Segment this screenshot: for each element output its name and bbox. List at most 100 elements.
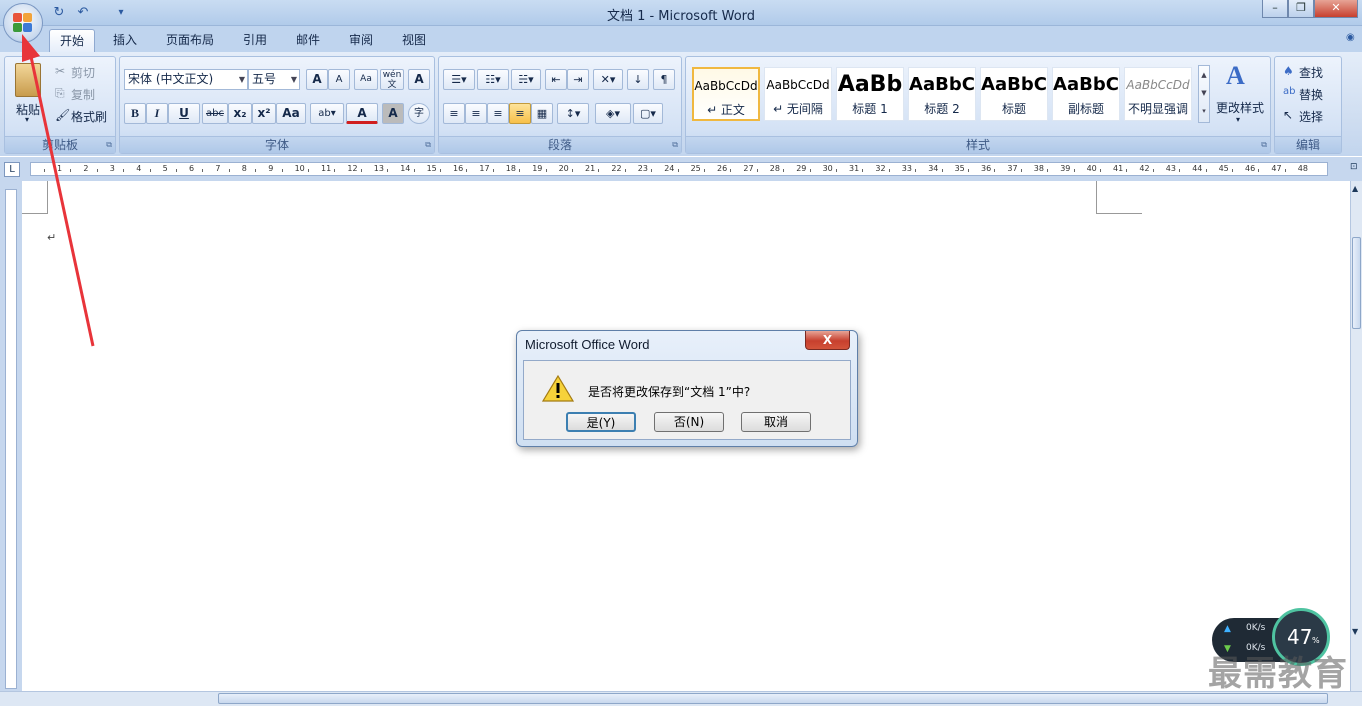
change-case-button[interactable]: Aa	[276, 103, 306, 124]
scroll-up-icon[interactable]: ▲	[1352, 184, 1358, 193]
font-size-combo[interactable]: 五号 ▼	[248, 69, 300, 90]
style-title[interactable]: AaBbC 标题	[980, 67, 1048, 121]
style-no-spacing[interactable]: AaBbCcDd ↵ 无间隔	[764, 67, 832, 121]
ruler-tick-label: 17	[479, 164, 490, 173]
replace-button[interactable]: 替换	[1299, 86, 1323, 103]
chinese-layout-icon[interactable]: ✕▾	[593, 69, 623, 90]
dialog-close-button[interactable]: X	[805, 331, 850, 350]
select-icon[interactable]: ↖	[1283, 108, 1293, 122]
change-styles-icon[interactable]: A	[1226, 61, 1245, 91]
phonetic-guide-button[interactable]: wén 文	[380, 69, 404, 90]
font-name-combo[interactable]: 宋体 (中文正文) ▼	[124, 69, 248, 90]
italic-button[interactable]: I	[146, 103, 168, 124]
tab-view[interactable]: 视图	[393, 29, 435, 52]
ruler-tick-mark	[756, 169, 758, 172]
align-center-icon[interactable]: ≡	[465, 103, 487, 124]
view-ruler-icon[interactable]: ⊡	[1350, 162, 1362, 176]
ruler-tick-label: 35	[954, 164, 965, 173]
replace-icon[interactable]: ab	[1283, 86, 1295, 97]
strikethrough-button[interactable]: abc	[202, 103, 228, 124]
font-group-label: 字体	[120, 136, 434, 153]
shading-icon[interactable]: ◈▾	[595, 103, 631, 124]
enclose-characters-button[interactable]: 字	[408, 103, 430, 124]
character-shading-button[interactable]: A	[382, 103, 404, 124]
styles-launcher-icon[interactable]: ⧉	[1261, 140, 1267, 150]
ruler-tick-mark	[334, 169, 336, 172]
multilevel-list-icon[interactable]: ☵▾	[511, 69, 541, 90]
style-normal[interactable]: AaBbCcDd ↵ 正文	[692, 67, 760, 121]
scroll-thumb[interactable]	[1352, 237, 1361, 329]
distribute-icon[interactable]: ▦	[531, 103, 553, 124]
style-subtitle[interactable]: AaBbC 副标题	[1052, 67, 1120, 121]
ruler-tick-mark	[255, 169, 257, 172]
ruler-tick-mark	[281, 169, 283, 172]
highlight-icon[interactable]: ab▾	[310, 103, 344, 124]
tab-references[interactable]: 引用	[234, 29, 276, 52]
font-color-button[interactable]: A	[346, 103, 378, 124]
vertical-scrollbar[interactable]: ▲ ▼	[1350, 181, 1362, 691]
yes-button[interactable]: 是(Y)	[566, 412, 636, 432]
ruler-tick-mark	[704, 169, 705, 172]
save-changes-dialog: Microsoft Office Word X 是否将更改保存到“文档 1”中?…	[516, 330, 858, 447]
tab-mailings[interactable]: 邮件	[287, 29, 329, 52]
decrease-indent-icon[interactable]: ⇤	[545, 69, 567, 90]
no-button[interactable]: 否(N)	[654, 412, 724, 432]
ruler-tick-mark	[836, 169, 837, 172]
change-styles-button[interactable]: 更改样式	[1216, 99, 1264, 116]
close-button[interactable]: ✕	[1314, 0, 1358, 18]
tab-review[interactable]: 审阅	[340, 29, 382, 52]
style-heading-1[interactable]: AaBb 标题 1	[836, 67, 904, 121]
select-button[interactable]: 选择	[1299, 108, 1323, 125]
subscript-button[interactable]: x₂	[228, 103, 252, 124]
ruler-tick-mark	[862, 169, 864, 172]
superscript-button[interactable]: x²	[252, 103, 276, 124]
character-border-button[interactable]: A	[408, 69, 430, 90]
styles-scroll[interactable]: ▲ ▼ ▾	[1198, 65, 1210, 123]
tab-page-layout[interactable]: 页面布局	[158, 29, 222, 52]
styles-group-label: 样式	[686, 136, 1270, 153]
ruler-tick-mark	[598, 169, 600, 172]
style-heading-2[interactable]: AaBbC 标题 2	[908, 67, 976, 121]
memory-percent-unit: %	[1312, 636, 1320, 645]
line-spacing-icon[interactable]: ↕▾	[557, 103, 589, 124]
ruler-tick-mark	[677, 169, 679, 172]
ruler-tick-label: 29	[796, 164, 807, 173]
font-launcher-icon[interactable]: ⧉	[425, 140, 431, 150]
help-icon[interactable]: ◉	[1346, 32, 1355, 43]
ruler-tick-mark	[413, 169, 415, 172]
increase-indent-icon[interactable]: ⇥	[567, 69, 589, 90]
horizontal-scrollbar[interactable]	[0, 691, 1362, 706]
ruler-track[interactable]: 1 2 3 4 5 6 7 8 9 10 11 12 13 14 15 16 17 18 19 20 21 22 23 24 2…	[30, 162, 1328, 176]
ruler-tick-mark	[1073, 169, 1075, 172]
grow-font-button[interactable]: A	[306, 69, 328, 90]
ruler-tick-label: 4	[136, 164, 142, 173]
hscroll-thumb[interactable]	[218, 693, 1328, 704]
cancel-button[interactable]: 取消	[741, 412, 811, 432]
style-subtle-emphasis[interactable]: AaBbCcDd 不明显强调	[1124, 67, 1192, 121]
numbering-icon[interactable]: ☷▾	[477, 69, 509, 90]
clear-format-button[interactable]: Aa	[354, 69, 378, 90]
restore-button[interactable]: ❐	[1288, 0, 1314, 18]
shrink-font-button[interactable]: A	[328, 69, 350, 90]
sort-icon[interactable]: ↓	[627, 69, 649, 90]
find-icon[interactable]: ♠	[1283, 64, 1294, 78]
ruler-tick-label: 24	[664, 164, 675, 173]
paragraph-launcher-icon[interactable]: ⧉	[672, 140, 678, 150]
ruler-tick-mark	[360, 169, 362, 172]
ruler-tick-label: 5	[162, 164, 168, 173]
bullets-icon[interactable]: ☰▾	[443, 69, 475, 90]
show-marks-icon[interactable]: ¶	[653, 69, 675, 90]
align-right-icon[interactable]: ≡	[487, 103, 509, 124]
underline-button[interactable]: U	[168, 103, 200, 124]
justify-icon[interactable]: ≡	[509, 103, 531, 124]
find-button[interactable]: 查找	[1299, 64, 1323, 81]
borders-icon[interactable]: ▢▾	[633, 103, 663, 124]
ruler-tick-mark	[572, 169, 573, 172]
scroll-down-icon[interactable]: ▼	[1352, 627, 1358, 636]
align-left-icon[interactable]: ≡	[443, 103, 465, 124]
minimize-button[interactable]: –	[1262, 0, 1288, 18]
ruler-tick-label: 7	[215, 164, 221, 173]
style-sample: AaBbCcDd	[1126, 78, 1190, 92]
arrow-annotation-icon	[22, 34, 95, 347]
bold-button[interactable]: B	[124, 103, 146, 124]
